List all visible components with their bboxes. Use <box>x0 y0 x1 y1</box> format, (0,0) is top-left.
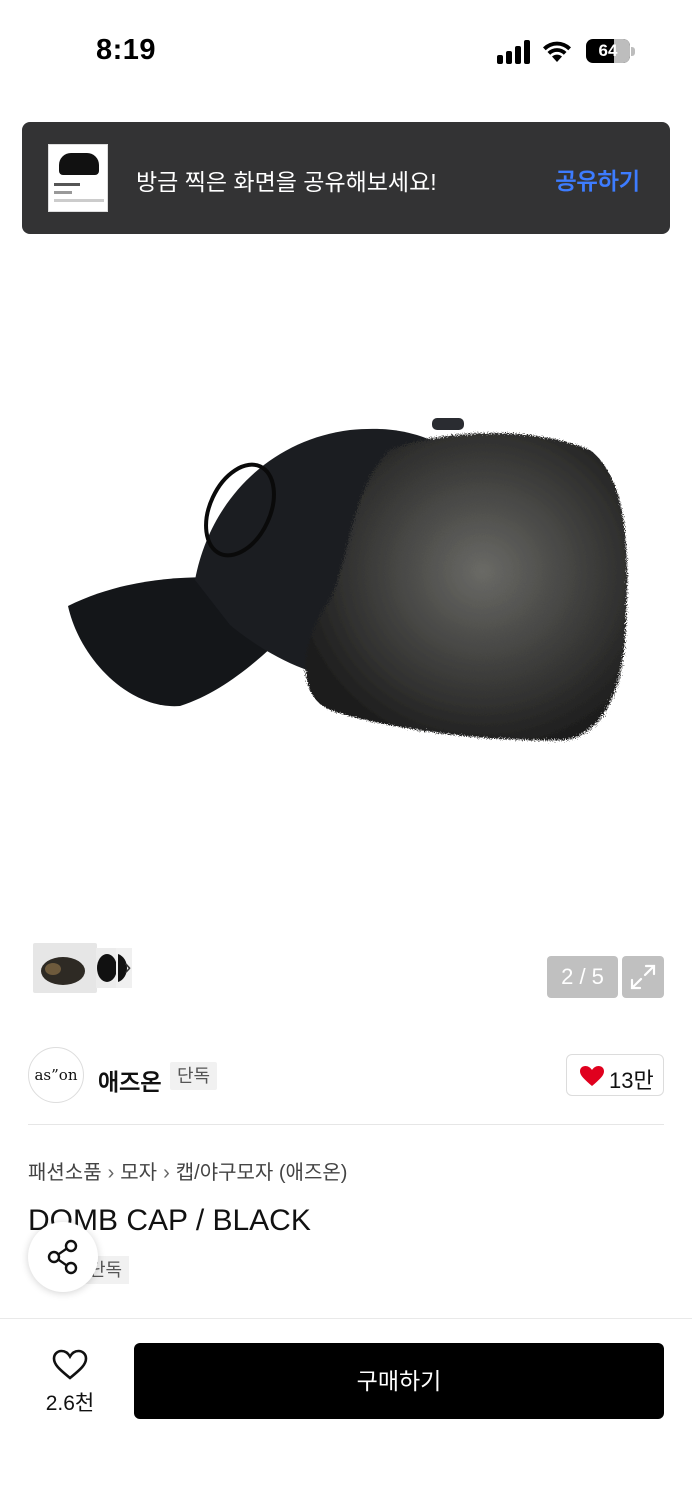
brand-exclusive-badge: 단독 <box>170 1062 218 1090</box>
brand-logo[interactable]: as”on <box>28 1047 84 1103</box>
thumbnail-image[interactable] <box>96 948 118 988</box>
signal-icon <box>497 40 531 64</box>
breadcrumb-item[interactable]: 패션소품 <box>28 1162 102 1184</box>
status-time: 8:19 <box>96 34 157 66</box>
thumbnail-image[interactable] <box>33 943 97 993</box>
share-button[interactable] <box>28 1222 98 1292</box>
image-thumbnail-strip[interactable]: › <box>28 938 145 998</box>
chevron-right-icon: › <box>107 1162 115 1184</box>
product-image-cap <box>68 418 628 741</box>
status-bar: 8:19 64 <box>0 0 692 100</box>
battery-level: 64 <box>598 41 618 60</box>
battery-tip <box>631 47 635 56</box>
heart-outline-icon[interactable] <box>52 1349 88 1381</box>
breadcrumb-item[interactable]: 모자 <box>120 1162 157 1184</box>
share-icon <box>47 1239 78 1275</box>
brand-row[interactable]: as”on 애즈온 단독 13만 <box>0 1025 692 1125</box>
bottom-action-bar: 2.6천 구매하기 <box>0 1318 692 1500</box>
battery-icon: 64 <box>586 39 630 63</box>
share-now-button[interactable]: 공유하기 <box>555 162 640 196</box>
gallery-page-counter: 2 / 5 <box>547 956 618 998</box>
wifi-icon <box>543 41 571 62</box>
brand-like-button[interactable]: 13만 <box>566 1054 664 1096</box>
expand-icon[interactable] <box>622 956 664 998</box>
chevron-right-icon[interactable]: › <box>124 954 131 980</box>
brand-like-count: 13만 <box>609 1068 654 1093</box>
buy-button[interactable]: 구매하기 <box>134 1343 664 1419</box>
heart-icon <box>580 1066 604 1086</box>
screenshot-thumbnail <box>48 144 108 212</box>
banner-message: 방금 찍은 화면을 공유해보세요! <box>136 169 437 195</box>
brand-name[interactable]: 애즈온 <box>98 1063 161 1097</box>
divider <box>28 1124 664 1125</box>
wish-count: 2.6천 <box>45 1392 95 1415</box>
chevron-right-icon: › <box>163 1162 170 1184</box>
breadcrumb: 패션소품 › 모자 › 캡/야구모자 (애즈온) <box>28 1156 347 1185</box>
breadcrumb-item[interactable]: 캡/야구모자 (애즈온) <box>176 1162 348 1184</box>
screenshot-share-banner[interactable]: 방금 찍은 화면을 공유해보세요! 공유하기 <box>22 122 670 234</box>
